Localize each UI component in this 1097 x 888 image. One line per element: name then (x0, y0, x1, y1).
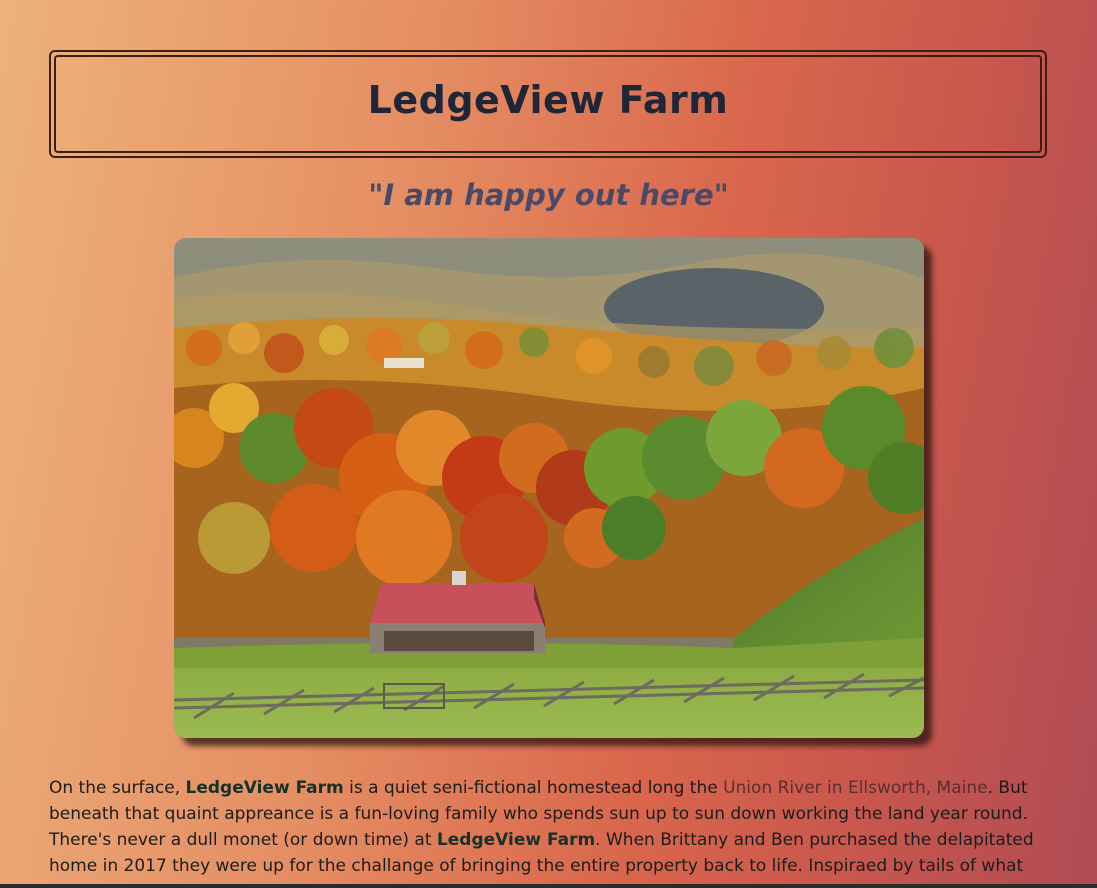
title-banner: LedgeView Farm (49, 50, 1047, 158)
intro-text-2: is a quiet seni-fictional homestead long… (343, 778, 724, 798)
tagline: "I am happy out here" (368, 178, 729, 212)
farm-name-highlight: LedgeView Farm (185, 778, 344, 798)
intro-text-1: On the surface, (49, 778, 186, 798)
page-bottom-edge (0, 884, 1097, 888)
location-link[interactable]: Union River in Ellsworth, Maine (723, 778, 988, 798)
barn (370, 571, 545, 653)
farm-photo (174, 238, 924, 738)
intro-paragraph: On the surface, LedgeView Farm is a quie… (49, 775, 1049, 879)
page-title: LedgeView Farm (367, 78, 729, 122)
farm-name-highlight-2: LedgeView Farm (436, 830, 596, 850)
barn-landscape-image (174, 238, 924, 738)
